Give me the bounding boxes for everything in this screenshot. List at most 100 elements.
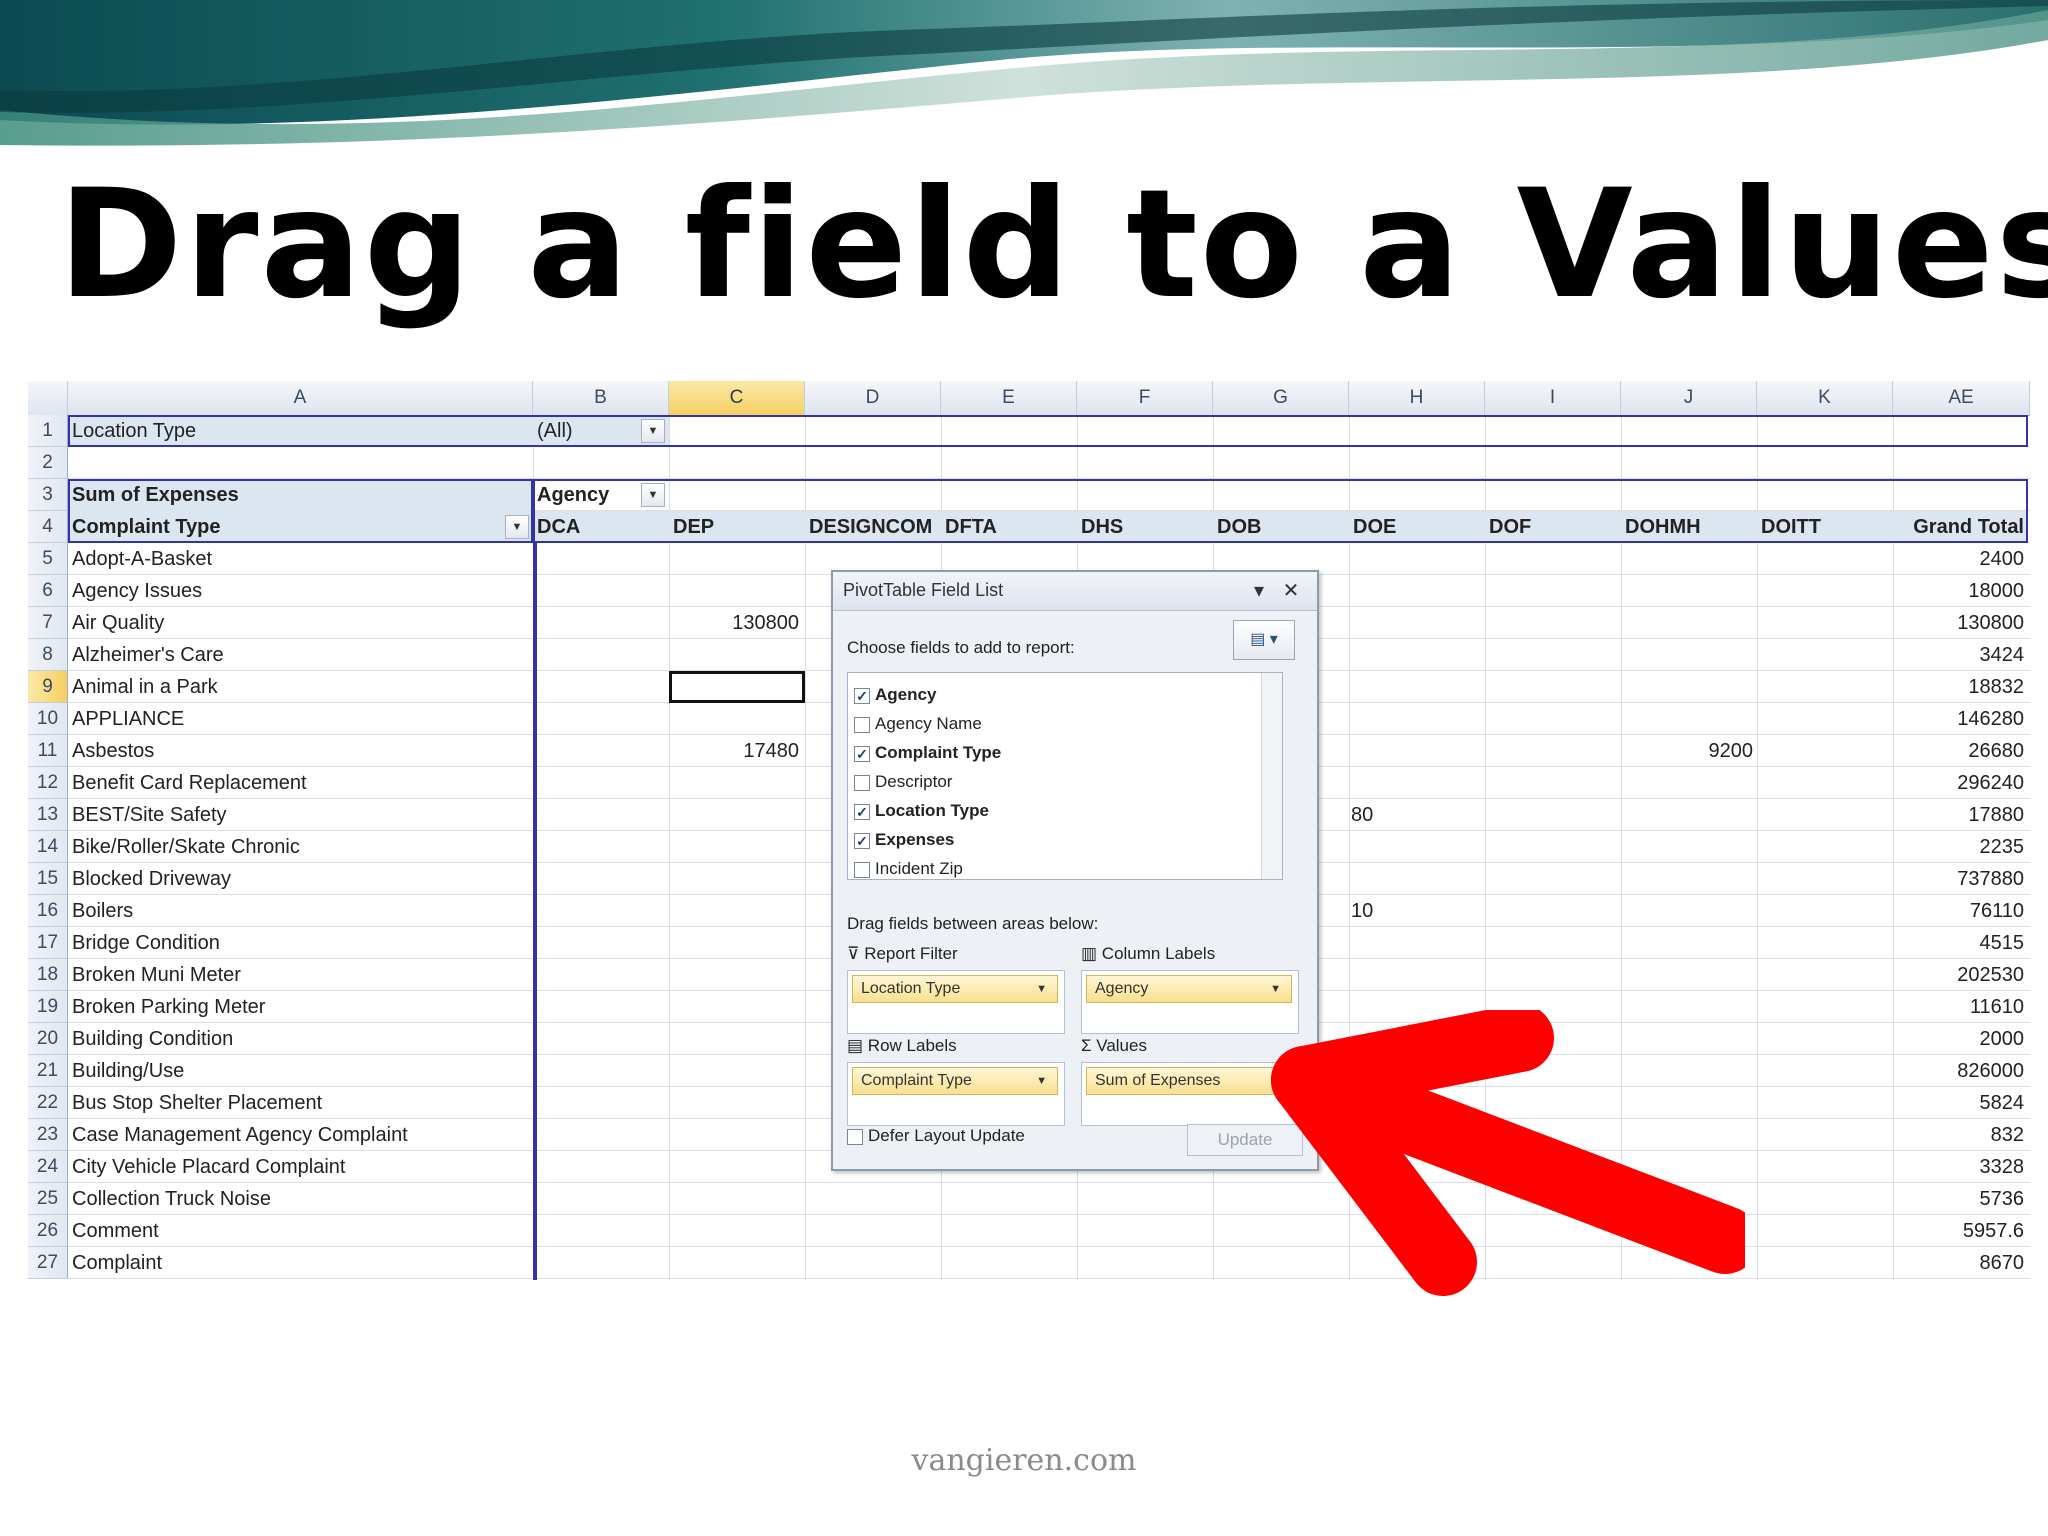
- column-labels-pill[interactable]: Agency ▼: [1086, 975, 1292, 1003]
- row-header-22[interactable]: 22: [28, 1087, 68, 1119]
- field-item[interactable]: ✓ Location Type: [854, 797, 989, 825]
- row-label: Bus Stop Shelter Placement: [72, 1092, 323, 1114]
- row-header-9[interactable]: 9: [28, 671, 68, 703]
- row-header-18[interactable]: 18: [28, 959, 68, 991]
- row-header-1[interactable]: 1: [28, 415, 68, 447]
- value-cell: 9200: [1708, 740, 1754, 762]
- row-header-25[interactable]: 25: [28, 1183, 68, 1215]
- defer-checkbox[interactable]: [847, 1128, 863, 1145]
- pivot-row-header-outline: [68, 479, 533, 543]
- row-label: Benefit Card Replacement: [72, 772, 307, 794]
- row-header-2[interactable]: 2: [28, 447, 68, 479]
- select-all-corner[interactable]: [28, 381, 68, 415]
- field-item[interactable]: ✓ Agency: [854, 681, 936, 709]
- grand-total-cell: 8670: [1979, 1252, 2025, 1274]
- row-labels-area[interactable]: Complaint Type ▼: [847, 1062, 1065, 1126]
- grand-total-cell: 146280: [1957, 708, 2024, 730]
- column-header-g[interactable]: G: [1213, 381, 1349, 415]
- grand-total-cell: 18000: [1968, 580, 2024, 602]
- defer-layout-update[interactable]: Defer Layout Update: [847, 1126, 1025, 1146]
- row-header-7[interactable]: 7: [28, 607, 68, 639]
- layout-options-button[interactable]: ▤ ▾: [1233, 620, 1295, 660]
- row-header-20[interactable]: 20: [28, 1023, 68, 1055]
- row-header-27[interactable]: 27: [28, 1247, 68, 1279]
- row-header-5[interactable]: 5: [28, 543, 68, 575]
- grand-total-cell: 4515: [1979, 932, 2025, 954]
- pivottable-field-list-panel[interactable]: PivotTable Field List ▾ ✕ Choose fields …: [831, 570, 1319, 1171]
- column-header-ae[interactable]: AE: [1893, 381, 2030, 415]
- field-item[interactable]: Descriptor: [854, 768, 952, 796]
- row-label: Comment: [72, 1220, 159, 1242]
- field-checkbox[interactable]: [854, 861, 870, 878]
- column-header-b[interactable]: B: [533, 381, 669, 415]
- column-header-h[interactable]: H: [1349, 381, 1485, 415]
- field-list-title: PivotTable Field List: [843, 580, 1004, 600]
- field-checkbox[interactable]: ✓: [854, 803, 870, 820]
- column-header-d[interactable]: D: [805, 381, 941, 415]
- grand-total-cell: 76110: [1969, 900, 2024, 922]
- row-header-12[interactable]: 12: [28, 767, 68, 799]
- field-checkbox[interactable]: ✓: [854, 687, 870, 704]
- column-header-j[interactable]: J: [1621, 381, 1757, 415]
- dropdown-arrow-icon[interactable]: ▾: [1247, 578, 1271, 603]
- row-header-8[interactable]: 8: [28, 639, 68, 671]
- column-header-c[interactable]: C: [669, 381, 805, 415]
- row-header-15[interactable]: 15: [28, 863, 68, 895]
- row-label: Agency Issues: [72, 580, 203, 602]
- field-item[interactable]: ✓ Complaint Type: [854, 739, 1001, 767]
- grand-total-cell: 130800: [1957, 612, 2024, 634]
- row-label: Broken Parking Meter: [72, 996, 266, 1018]
- row-label: Bike/Roller/Skate Chronic: [72, 836, 300, 858]
- row-label: Bridge Condition: [72, 932, 220, 954]
- field-item[interactable]: ✓ Expenses: [854, 826, 954, 854]
- value-cell: 17480: [743, 740, 799, 762]
- column-header-a[interactable]: A: [68, 381, 533, 415]
- row-header-3[interactable]: 3: [28, 479, 68, 511]
- row-header-14[interactable]: 14: [28, 831, 68, 863]
- row-label: City Vehicle Placard Complaint: [72, 1156, 346, 1178]
- close-icon[interactable]: ✕: [1279, 578, 1303, 603]
- row-label: Blocked Driveway: [72, 868, 231, 890]
- report-filter-pill[interactable]: Location Type ▼: [852, 975, 1058, 1003]
- field-list-titlebar[interactable]: PivotTable Field List ▾ ✕: [833, 572, 1317, 611]
- row-header-21[interactable]: 21: [28, 1055, 68, 1087]
- row-header-17[interactable]: 17: [28, 927, 68, 959]
- column-header-e[interactable]: E: [941, 381, 1077, 415]
- field-checkbox[interactable]: [854, 774, 870, 791]
- field-checkbox[interactable]: [854, 716, 870, 733]
- choose-fields-prompt: Choose fields to add to report:: [847, 638, 1075, 657]
- column-header-k[interactable]: K: [1757, 381, 1893, 415]
- funnel-icon: ⊽: [847, 944, 860, 963]
- value-cell: 10: [1351, 900, 1374, 922]
- slide-title: Drag a field to a Values: [58, 158, 2048, 332]
- row-header-19[interactable]: 19: [28, 991, 68, 1023]
- column-header-i[interactable]: I: [1485, 381, 1621, 415]
- row-header-24[interactable]: 24: [28, 1151, 68, 1183]
- field-item[interactable]: Incident Zip: [854, 855, 963, 879]
- field-list-box[interactable]: ✓ Agency Agency Name ✓ Complaint Type Descrip…: [847, 672, 1283, 880]
- row-header-6[interactable]: 6: [28, 575, 68, 607]
- row-header-13[interactable]: 13: [28, 799, 68, 831]
- pivot-filter-outline: [68, 415, 2028, 447]
- columns-icon: ▥: [1081, 944, 1098, 963]
- row-labels-pill[interactable]: Complaint Type ▼: [852, 1067, 1058, 1095]
- row-header-23[interactable]: 23: [28, 1119, 68, 1151]
- field-checkbox[interactable]: ✓: [854, 832, 870, 849]
- row-header-10[interactable]: 10: [28, 703, 68, 735]
- value-cell: 80: [1351, 804, 1374, 826]
- field-checkbox[interactable]: ✓: [854, 745, 870, 762]
- sigma-icon: Σ: [1081, 1036, 1092, 1055]
- report-filter-area[interactable]: Location Type ▼: [847, 970, 1065, 1034]
- column-header-f[interactable]: F: [1077, 381, 1213, 415]
- field-list-scrollbar[interactable]: [1261, 673, 1282, 879]
- row-header-26[interactable]: 26: [28, 1215, 68, 1247]
- grand-total-cell: 18832: [1968, 676, 2024, 698]
- footer-credit: vangieren.com: [911, 1443, 1137, 1478]
- row-header-16[interactable]: 16: [28, 895, 68, 927]
- active-cell-c9[interactable]: [669, 671, 805, 703]
- row-header-4[interactable]: 4: [28, 511, 68, 543]
- field-item[interactable]: Agency Name: [854, 710, 982, 738]
- row-label: Complaint: [72, 1252, 163, 1274]
- row-header-11[interactable]: 11: [28, 735, 68, 767]
- pivot-column-header-outline: [533, 479, 2028, 543]
